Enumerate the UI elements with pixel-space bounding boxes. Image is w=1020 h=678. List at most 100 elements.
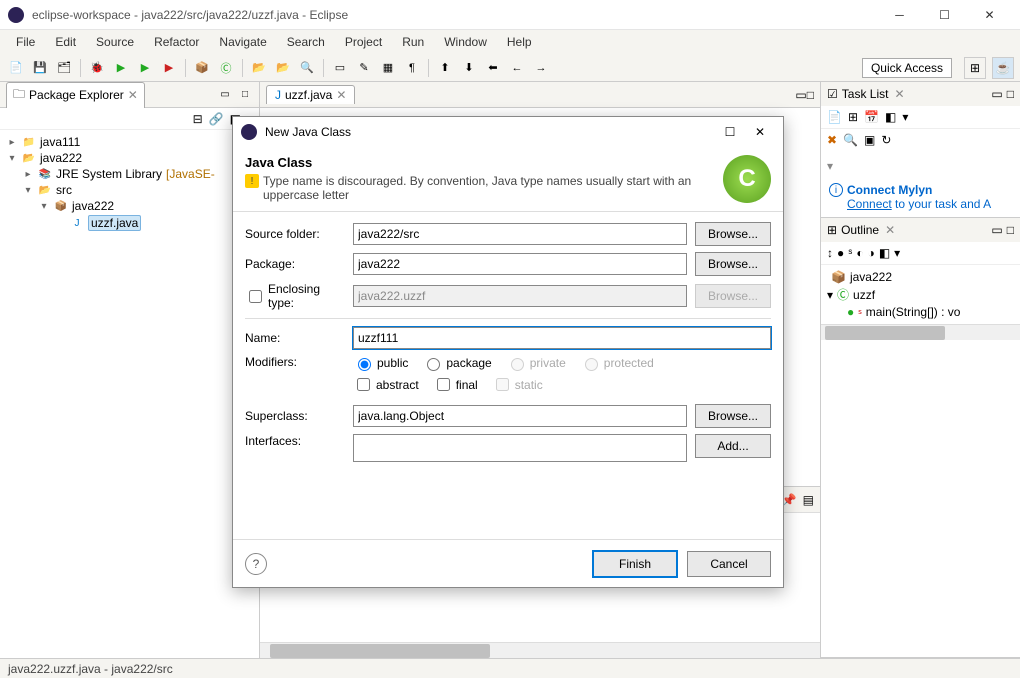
new-package-button[interactable]: 📦: [192, 58, 212, 78]
menu-edit[interactable]: Edit: [47, 33, 84, 51]
minimize-icon[interactable]: ▭: [795, 88, 806, 102]
hide-local-icon[interactable]: ◑: [868, 246, 875, 260]
add-interface-button[interactable]: Add...: [695, 434, 771, 458]
package-input[interactable]: [353, 253, 687, 275]
browse-superclass-button[interactable]: Browse...: [695, 404, 771, 428]
new-button[interactable]: 📄: [6, 58, 26, 78]
maximize-icon[interactable]: □: [1007, 223, 1014, 237]
interfaces-list[interactable]: [353, 434, 687, 462]
close-icon[interactable]: ✕: [336, 88, 346, 102]
external-button[interactable]: ▶: [159, 58, 179, 78]
hide-static-icon[interactable]: ˢ: [848, 246, 852, 260]
menu-search[interactable]: Search: [279, 33, 333, 51]
close-icon[interactable]: ✕: [894, 87, 904, 101]
menu-help[interactable]: Help: [499, 33, 540, 51]
collapse-icon[interactable]: ▾: [38, 201, 50, 212]
save-button[interactable]: 💾: [30, 58, 50, 78]
name-input[interactable]: [353, 327, 771, 349]
outline-method[interactable]: main(String[]) : vo: [866, 305, 961, 319]
maximize-view-icon[interactable]: □: [237, 87, 253, 103]
source-folder-input[interactable]: [353, 223, 687, 245]
whitespace-button[interactable]: ¶: [402, 58, 422, 78]
dialog-close-button[interactable]: ✕: [745, 122, 775, 142]
expand-icon[interactable]: ▸: [22, 169, 34, 180]
forward-button[interactable]: →: [531, 58, 551, 78]
outline-class[interactable]: uzzf: [853, 288, 875, 302]
enclosing-type-checkbox[interactable]: [249, 290, 262, 303]
open-type-button[interactable]: 📂: [249, 58, 269, 78]
quick-access[interactable]: Quick Access: [862, 58, 952, 78]
menu-refactor[interactable]: Refactor: [146, 33, 207, 51]
collapse-icon[interactable]: ▾: [22, 185, 34, 196]
new-class-button[interactable]: Ⓒ: [216, 58, 236, 78]
view-menu-icon[interactable]: ▾: [894, 246, 900, 260]
view-menu-icon[interactable]: ▾: [902, 110, 908, 124]
horizontal-scrollbar[interactable]: [260, 642, 820, 658]
tree-node[interactable]: java222: [40, 151, 82, 165]
open-task-button[interactable]: 📂: [273, 58, 293, 78]
tree-node-selected[interactable]: uzzf.java: [88, 215, 141, 231]
collapse-icon[interactable]: ▾: [827, 288, 833, 302]
run-button[interactable]: ▶: [111, 58, 131, 78]
browse-package-button[interactable]: Browse...: [695, 252, 771, 276]
maximize-icon[interactable]: □: [807, 88, 814, 102]
focus-icon[interactable]: ◧: [879, 246, 890, 260]
hide-fields-icon[interactable]: ●: [837, 246, 844, 260]
superclass-input[interactable]: [353, 405, 687, 427]
back-button[interactable]: ←: [507, 58, 527, 78]
menu-source[interactable]: Source: [88, 33, 142, 51]
tree-node[interactable]: java222: [72, 199, 114, 213]
schedule-icon[interactable]: 📅: [864, 110, 879, 124]
java-perspective-button[interactable]: ☕: [992, 57, 1014, 79]
modifier-public-radio[interactable]: [358, 358, 371, 371]
menu-window[interactable]: Window: [436, 33, 495, 51]
browse-source-button[interactable]: Browse...: [695, 222, 771, 246]
package-explorer-tab[interactable]: 🗀 Package Explorer ✕: [6, 82, 145, 108]
dialog-titlebar[interactable]: New Java Class ☐ ✕: [233, 117, 783, 147]
package-explorer-tree[interactable]: ▸📁java111 ▾📂java222 ▸📚JRE System Library…: [0, 130, 259, 658]
cancel-button[interactable]: Cancel: [687, 551, 771, 577]
tree-node[interactable]: src: [56, 183, 72, 197]
menu-run[interactable]: Run: [394, 33, 432, 51]
new-task-icon[interactable]: 📄: [827, 110, 842, 124]
outline-package[interactable]: java222: [850, 270, 892, 284]
modifier-package-radio[interactable]: [427, 358, 440, 371]
open-perspective-button[interactable]: ⊞: [964, 57, 986, 79]
help-button[interactable]: ?: [245, 553, 267, 575]
chevron-down-icon[interactable]: ▾: [827, 159, 833, 173]
menu-navigate[interactable]: Navigate: [211, 33, 274, 51]
minimize-icon[interactable]: ▭: [991, 223, 1002, 237]
activate-icon[interactable]: ▣: [864, 133, 875, 147]
last-edit-button[interactable]: ⬅: [483, 58, 503, 78]
tree-node[interactable]: java111: [40, 135, 80, 149]
minimize-view-icon[interactable]: ▭: [217, 87, 233, 103]
close-button[interactable]: ✕: [967, 0, 1012, 30]
menu-project[interactable]: Project: [337, 33, 390, 51]
dialog-maximize-button[interactable]: ☐: [715, 122, 745, 142]
final-checkbox[interactable]: [437, 378, 450, 391]
coverage-button[interactable]: ▶: [135, 58, 155, 78]
block-selection-button[interactable]: ▦: [378, 58, 398, 78]
scrollbar-thumb[interactable]: [270, 644, 490, 658]
annotation-next-button[interactable]: ⬇: [459, 58, 479, 78]
collapse-icon[interactable]: ▾: [6, 153, 18, 164]
close-icon[interactable]: ✕: [128, 88, 138, 102]
close-icon[interactable]: ✕: [885, 223, 895, 237]
tree-node[interactable]: JRE System Library: [56, 167, 162, 181]
minimize-icon[interactable]: ▭: [991, 87, 1002, 101]
search-button[interactable]: 🔍: [297, 58, 317, 78]
focus-icon[interactable]: ◧: [885, 110, 896, 124]
annotation-prev-button[interactable]: ⬆: [435, 58, 455, 78]
finish-button[interactable]: Finish: [593, 551, 677, 577]
debug-button[interactable]: 🐞: [87, 58, 107, 78]
filter-icon[interactable]: ✖: [827, 133, 837, 147]
display-icon[interactable]: ▤: [803, 493, 814, 507]
connect-link[interactable]: Connect: [847, 197, 892, 211]
outline-scrollbar[interactable]: [821, 324, 1020, 340]
maximize-icon[interactable]: □: [1007, 87, 1014, 101]
save-all-button[interactable]: 🗂: [54, 58, 74, 78]
expand-icon[interactable]: ▸: [6, 137, 18, 148]
hide-nonpublic-icon[interactable]: ◐: [856, 246, 863, 260]
categorize-icon[interactable]: ⊞: [848, 110, 858, 124]
sync-icon[interactable]: ↻: [881, 133, 891, 147]
